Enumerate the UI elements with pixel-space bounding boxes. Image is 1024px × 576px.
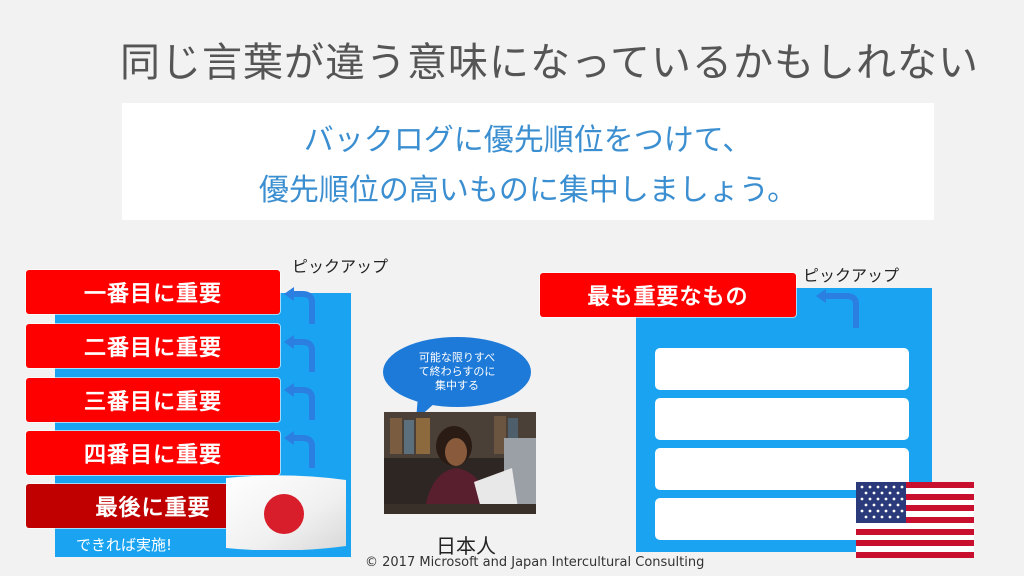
copyright-notice: © 2017 Microsoft and Japan Intercultural…: [365, 555, 705, 570]
most-important-bar: 最も重要なもの: [540, 273, 796, 317]
left-pickup-label: ピックアップ: [292, 257, 389, 276]
pickup-arrow-icon: [284, 431, 315, 468]
backlog-row: [655, 348, 909, 390]
priority-bar-4: 四番目に重要: [26, 431, 280, 475]
usa-flag-icon: [856, 482, 974, 558]
priority-bar-2: 二番目に重要: [26, 324, 280, 368]
if-possible-note: できれば実施!: [76, 536, 173, 554]
priority-bar-3: 三番目に重要: [26, 378, 280, 422]
pickup-arrow-icon: [284, 383, 315, 420]
banner-line-2: 優先順位の高いものに集中しましょう。: [258, 173, 798, 208]
tired-person-photo: [384, 412, 536, 514]
pickup-arrow-icon: [284, 335, 315, 372]
pickup-arrow-icon: [816, 289, 859, 328]
japan-flag-icon: [226, 475, 346, 550]
bubble-line-1: 可能な限りすべ: [419, 350, 495, 364]
bubble-line-2: て終わらすのに: [419, 364, 496, 378]
message-banner: バックログに優先順位をつけて、 優先順位の高いものに集中しましょう。: [122, 103, 934, 220]
pickup-arrow-icon: [284, 287, 315, 324]
backlog-row: [655, 398, 909, 440]
banner-line-1: バックログに優先順位をつけて、: [303, 123, 753, 158]
left-pickup-arrows: [284, 287, 315, 468]
priority-bar-1: 一番目に重要: [26, 270, 280, 314]
bubble-line-3: 集中する: [435, 378, 479, 392]
slide-title: 同じ言葉が違う意味になっているかもしれない: [120, 40, 979, 86]
speech-bubble-icon: 可能な限りすべ て終わらすのに 集中する: [383, 337, 531, 420]
